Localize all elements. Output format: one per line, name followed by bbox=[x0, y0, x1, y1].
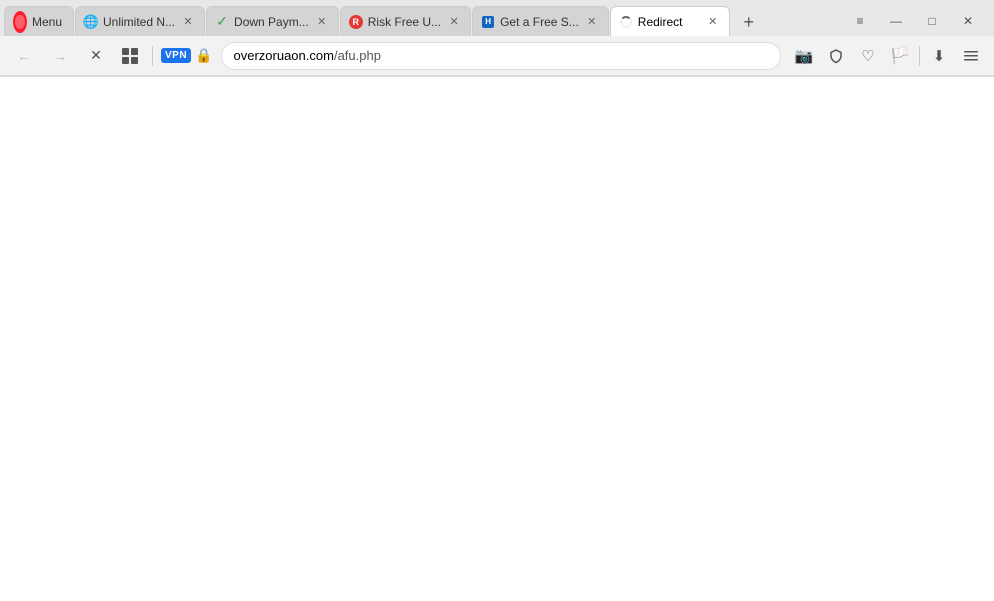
vpn-badge[interactable]: VPN bbox=[161, 48, 191, 63]
unlimited-tab-title: Unlimited N... bbox=[103, 15, 175, 29]
download-button[interactable]: ⬇ bbox=[924, 41, 954, 71]
address-bar[interactable]: overzoruaon.com/afu.php bbox=[221, 42, 782, 70]
shield-button[interactable] bbox=[821, 41, 851, 71]
tab-getafree[interactable]: H Get a Free S... ✕ bbox=[472, 6, 609, 36]
minimize-button[interactable]: — bbox=[878, 6, 914, 36]
address-domain: overzoruaon.com bbox=[234, 48, 334, 63]
close-button[interactable]: ✕ bbox=[950, 6, 986, 36]
downpayment-tab-favicon: ✓ bbox=[215, 15, 229, 29]
unlimited-tab-favicon: 🌐 bbox=[84, 15, 98, 29]
tab-downpayment[interactable]: ✓ Down Paym... ✕ bbox=[206, 6, 339, 36]
redirect-tab-close[interactable]: ✕ bbox=[705, 14, 721, 30]
unlimited-tab-close[interactable]: ✕ bbox=[180, 14, 196, 30]
stop-reload-button[interactable]: ✕ bbox=[80, 40, 112, 72]
forward-button[interactable]: → bbox=[44, 40, 76, 72]
tab-grid-button[interactable] bbox=[116, 42, 144, 70]
menu-button[interactable] bbox=[956, 41, 986, 71]
menu-tab-label: Menu bbox=[32, 15, 65, 29]
getafree-tab-close[interactable]: ✕ bbox=[584, 14, 600, 30]
tab-riskfree[interactable]: R Risk Free U... ✕ bbox=[340, 6, 471, 36]
maximize-button[interactable]: □ bbox=[914, 6, 950, 36]
browser-chrome: Menu 🌐 Unlimited N... ✕ ✓ Down Paym... ✕… bbox=[0, 0, 994, 77]
new-tab-button[interactable]: + bbox=[735, 8, 763, 36]
lock-icon: 🔒 bbox=[195, 47, 212, 64]
wallet-button[interactable]: 🏳️ bbox=[885, 41, 915, 71]
downpayment-tab-title: Down Paym... bbox=[234, 15, 309, 29]
riskfree-tab-title: Risk Free U... bbox=[368, 15, 441, 29]
toolbar-separator-1 bbox=[152, 46, 153, 66]
getafree-tab-title: Get a Free S... bbox=[500, 15, 579, 29]
toolbar: ← → ✕ VPN 🔒 overzoruaon.com/afu.php 📷 bbox=[0, 36, 994, 76]
address-path: /afu.php bbox=[334, 48, 381, 63]
toolbar-right: 📷 ♡ 🏳️ ⬇ bbox=[789, 41, 986, 71]
redirect-tab-favicon bbox=[619, 15, 633, 29]
camera-button[interactable]: 📷 bbox=[789, 41, 819, 71]
flag-icon: 🏳️ bbox=[890, 46, 910, 66]
tab-list-button[interactable]: ≡ bbox=[842, 6, 878, 36]
page-content bbox=[0, 77, 994, 601]
tab-menu[interactable]: Menu bbox=[4, 6, 74, 36]
toolbar-separator-2 bbox=[919, 46, 920, 66]
opera-logo-icon bbox=[13, 15, 27, 29]
riskfree-tab-close[interactable]: ✕ bbox=[446, 14, 462, 30]
heart-button[interactable]: ♡ bbox=[853, 41, 883, 71]
window-controls: ≡ — □ ✕ bbox=[842, 6, 990, 36]
redirect-tab-title: Redirect bbox=[638, 15, 700, 29]
tab-redirect[interactable]: Redirect ✕ bbox=[610, 6, 730, 36]
tab-bar: Menu 🌐 Unlimited N... ✕ ✓ Down Paym... ✕… bbox=[0, 0, 994, 36]
getafree-tab-favicon: H bbox=[481, 15, 495, 29]
tab-unlimited[interactable]: 🌐 Unlimited N... ✕ bbox=[75, 6, 205, 36]
riskfree-tab-favicon: R bbox=[349, 15, 363, 29]
downpayment-tab-close[interactable]: ✕ bbox=[314, 14, 330, 30]
back-button[interactable]: ← bbox=[8, 40, 40, 72]
